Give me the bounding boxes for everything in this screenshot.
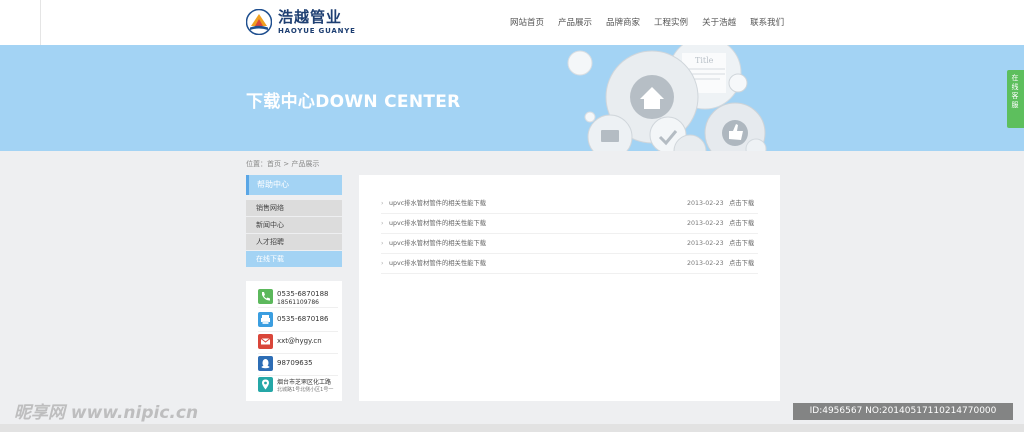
download-date: 2013-02-23	[687, 220, 724, 227]
download-list: › upvc排水管材管件的相关性能下载 2013-02-23 点击下载 › up…	[381, 194, 758, 274]
download-title-link[interactable]: upvc排水管材管件的相关性能下载	[389, 214, 486, 233]
mail-icon	[258, 334, 273, 349]
download-link[interactable]: 点击下载	[729, 234, 754, 253]
header-divider	[40, 0, 41, 45]
nav-item-projects[interactable]: 工程实例	[654, 16, 688, 30]
banner-bubbles-art: Title	[567, 45, 767, 151]
download-date: 2013-02-23	[687, 200, 724, 207]
list-item: › upvc排水管材管件的相关性能下载 2013-02-23 点击下载	[381, 194, 758, 214]
sidebar: 帮助中心 销售网络 新闻中心 人才招聘 在线下载	[246, 175, 342, 268]
breadcrumb: 位置：首页 > 产品展示	[246, 160, 320, 168]
nav-item-about[interactable]: 关于浩越	[702, 16, 736, 30]
download-panel: › upvc排水管材管件的相关性能下载 2013-02-23 点击下载 › up…	[359, 175, 780, 401]
fax-icon	[258, 312, 273, 327]
list-item: › upvc排水管材管件的相关性能下载 2013-02-23 点击下载	[381, 234, 758, 254]
online-service-tab[interactable]: 在线客服	[1007, 70, 1024, 128]
logo-mark-icon	[246, 9, 272, 35]
list-item: › upvc排水管材管件的相关性能下载 2013-02-23 点击下载	[381, 254, 758, 274]
contact-qq-number: 98709635	[277, 359, 313, 367]
contact-address-line2: 北城路1号北侧小区1号一	[277, 387, 334, 393]
sidebar-item-news[interactable]: 新闻中心	[246, 217, 342, 233]
banner-title: 下载中心DOWN CENTER	[246, 92, 461, 112]
contact-phone-number: 0535-6870188	[277, 290, 329, 298]
download-title-link[interactable]: upvc排水管材管件的相关性能下载	[389, 254, 486, 273]
contact-fax-number: 0535-6870186	[277, 315, 329, 323]
download-link[interactable]: 点击下载	[729, 214, 754, 233]
page-banner: 下载中心DOWN CENTER Title	[0, 45, 1024, 151]
nav-item-brands[interactable]: 品牌商家	[606, 16, 640, 30]
brand-logo[interactable]: 浩越管业 HAOYUE GUANYE	[246, 9, 356, 37]
watermark-id: ID:4956567 NO:20140517110214770000	[793, 403, 1013, 420]
brand-name-cn: 浩越管业	[278, 8, 343, 26]
site-header: 浩越管业 HAOYUE GUANYE 网站首页 产品展示 品牌商家 工程实例 关…	[0, 0, 1024, 46]
contact-divider	[258, 331, 338, 332]
watermark-site: 昵享网 www.nipic.cn	[14, 403, 199, 423]
download-date: 2013-02-23	[687, 260, 724, 267]
banner-art-title: Title	[695, 56, 714, 65]
sidebar-menu: 销售网络 新闻中心 人才招聘 在线下载	[246, 200, 342, 267]
nav-item-products[interactable]: 产品展示	[558, 16, 592, 30]
contact-divider	[258, 307, 338, 308]
contact-divider	[258, 353, 338, 354]
phone-icon	[258, 289, 273, 304]
brand-name-en: HAOYUE GUANYE	[278, 27, 356, 35]
online-service-label: 在线客服	[1011, 74, 1019, 109]
sidebar-header: 帮助中心	[246, 175, 342, 195]
contact-card: 0535-6870188 18561109786 0535-6870186 xx…	[246, 281, 342, 401]
contact-divider	[258, 375, 338, 376]
contact-email-address[interactable]: xxt@hygy.cn	[277, 337, 322, 346]
download-link[interactable]: 点击下载	[729, 254, 754, 273]
nav-item-contact[interactable]: 联系我们	[750, 16, 784, 30]
nav-item-home[interactable]: 网站首页	[510, 16, 544, 30]
list-item: › upvc排水管材管件的相关性能下载 2013-02-23 点击下载	[381, 214, 758, 234]
sidebar-item-sales-network[interactable]: 销售网络	[246, 200, 342, 216]
chevron-right-icon: ›	[381, 260, 384, 267]
download-link[interactable]: 点击下载	[729, 194, 754, 213]
chevron-right-icon: ›	[381, 240, 384, 247]
download-date: 2013-02-23	[687, 240, 724, 247]
contact-mobile-number: 18561109786	[277, 299, 319, 306]
download-title-link[interactable]: upvc排水管材管件的相关性能下载	[389, 194, 486, 213]
chevron-right-icon: ›	[381, 220, 384, 227]
chevron-right-icon: ›	[381, 200, 384, 207]
site-footer	[0, 424, 1024, 432]
sidebar-item-jobs[interactable]: 人才招聘	[246, 234, 342, 250]
main-nav: 网站首页 产品展示 品牌商家 工程实例 关于浩越 联系我们	[510, 16, 798, 30]
download-title-link[interactable]: upvc排水管材管件的相关性能下载	[389, 234, 486, 253]
qq-icon	[258, 356, 273, 371]
location-icon	[258, 377, 273, 392]
sidebar-item-download[interactable]: 在线下载	[246, 251, 342, 267]
